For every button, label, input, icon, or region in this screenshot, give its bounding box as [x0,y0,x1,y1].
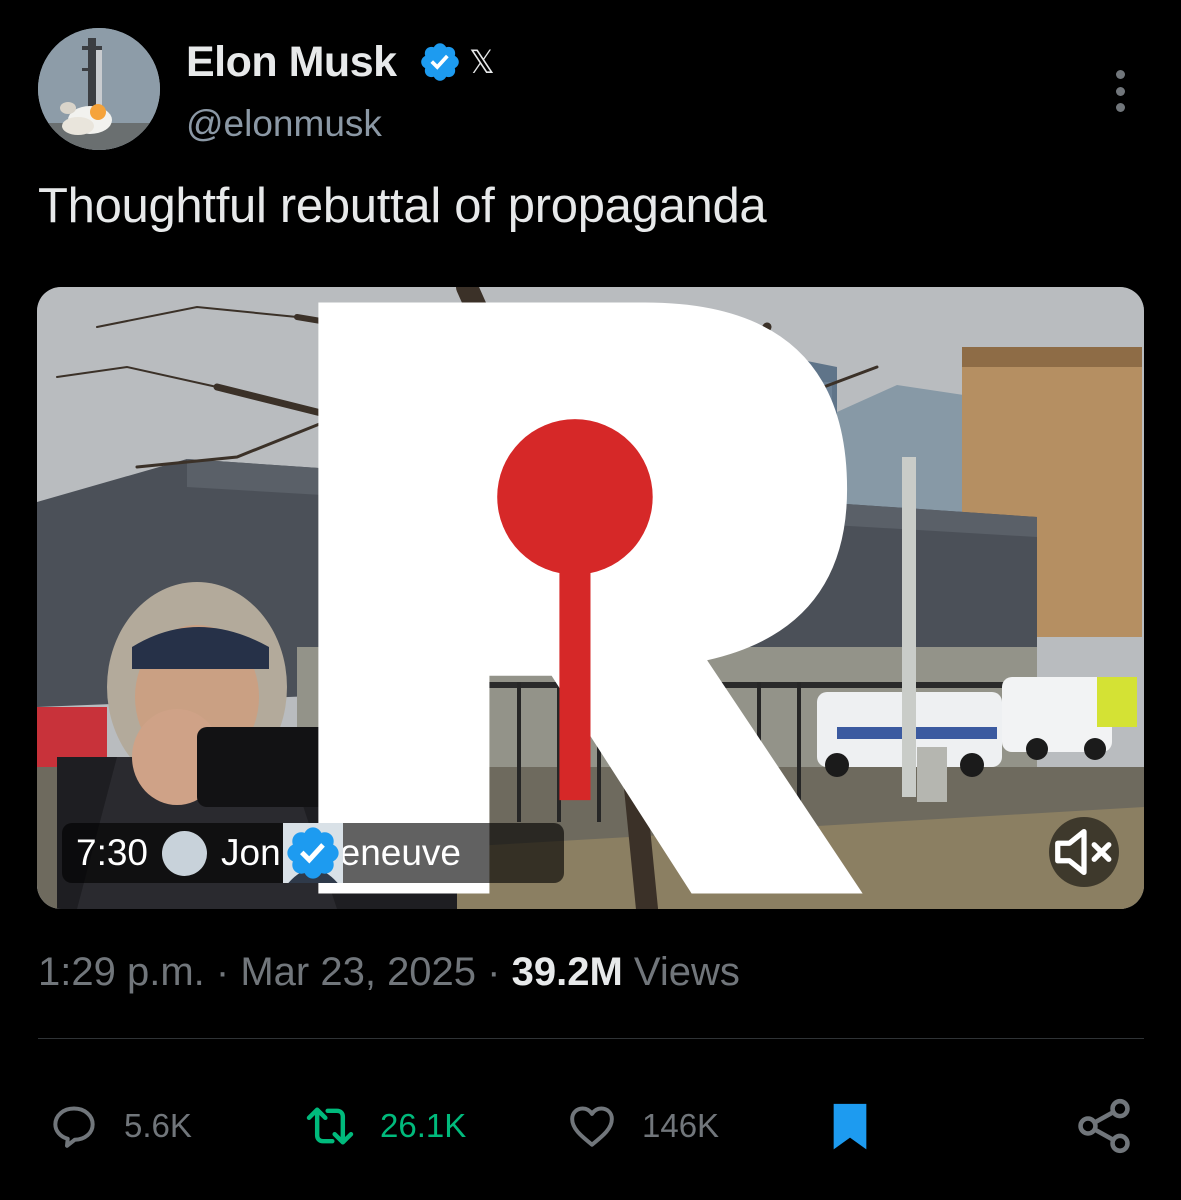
repost-button[interactable]: 26.1K [296,1095,466,1157]
reply-button[interactable]: 5.6K [40,1095,192,1157]
channel-verified-icon [287,827,339,879]
like-button[interactable]: 146K [558,1095,719,1157]
bookmark-icon [833,1103,867,1150]
tweet-text: Thoughtful rebuttal of propaganda [38,179,767,233]
share-icon [1078,1098,1130,1154]
author-avatar[interactable] [38,28,160,150]
more-dot [1115,70,1125,79]
more-dot [1115,86,1125,96]
repost-count: 26.1K [380,1107,467,1144]
x-affiliate-icon: 𝕏 [469,43,495,81]
meta-separator: · [487,950,501,994]
more-icon[interactable] [1103,66,1137,116]
repost-icon [306,1107,354,1145]
author-display-name[interactable]: Elon Musk [186,38,397,87]
mute-icon [1055,828,1112,876]
video-player[interactable]: 7:30 Jon Villeneuve [37,287,1144,909]
tweet-meta: 1:29 p.m. · Mar 23, 2025 · 39.2M Views [38,950,740,995]
divider [38,1038,1144,1039]
views-count[interactable]: 39.2M [512,950,623,994]
video-overlay-bar: 7:30 Jon Villeneuve [62,823,564,883]
like-icon [570,1106,614,1147]
more-dot [1115,103,1125,112]
avatar-rocket-image [38,28,160,150]
share-button[interactable] [1072,1095,1136,1157]
tweet-time[interactable]: 1:29 p.m. [38,950,205,994]
author-handle[interactable]: @elonmusk [186,103,382,145]
views-label: Views [633,950,740,994]
rebel-news-logo [318,302,863,894]
bookmark-button[interactable] [822,1095,878,1157]
reply-count: 5.6K [124,1107,192,1144]
like-count: 146K [642,1107,720,1144]
tweet-date[interactable]: Mar 23, 2025 [240,950,476,994]
mute-button[interactable] [1049,817,1119,887]
verified-icon [421,43,459,81]
meta-separator: · [215,950,230,994]
reply-icon [53,1106,95,1148]
